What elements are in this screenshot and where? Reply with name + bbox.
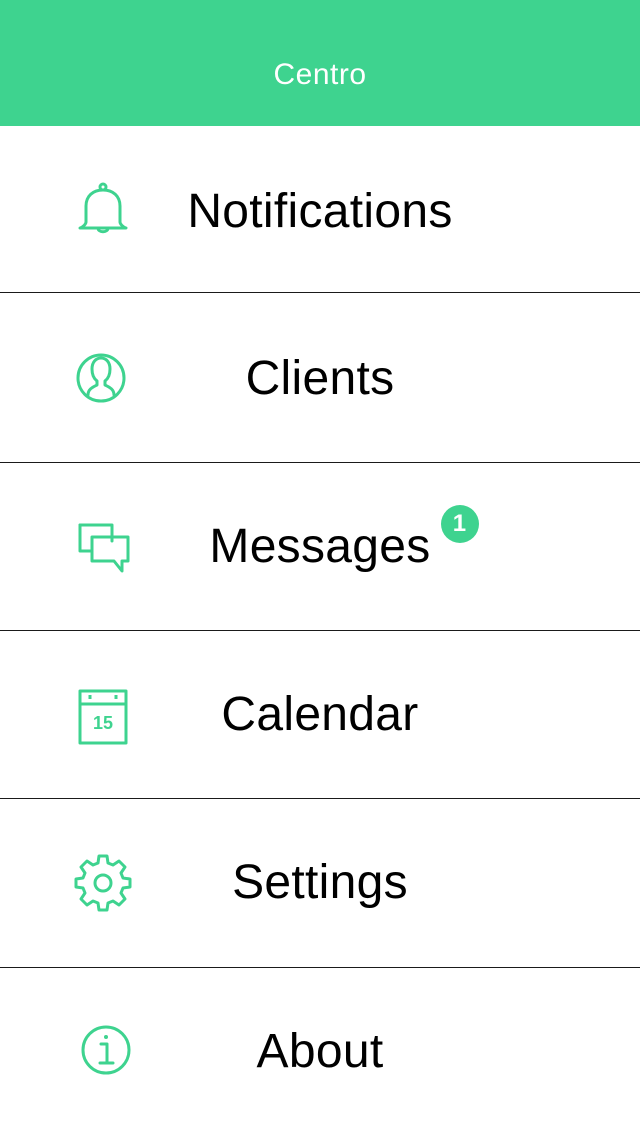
menu-item-label: Settings xyxy=(232,856,408,909)
menu-item-label: About xyxy=(256,1025,384,1078)
app-screen: Centro Notifications Clients Messages 1 … xyxy=(0,0,640,1136)
menu-item-settings[interactable]: Settings xyxy=(0,799,640,967)
menu-item-label: Messages xyxy=(209,520,431,573)
menu-item-clients[interactable]: Clients xyxy=(0,293,640,461)
menu-item-label-row: Messages 1 xyxy=(0,505,640,575)
menu-item-label: Notifications xyxy=(187,185,453,238)
page-title: Centro xyxy=(273,58,367,91)
menu-item-notifications[interactable]: Notifications xyxy=(0,126,640,292)
menu-item-messages[interactable]: Messages 1 xyxy=(0,463,640,630)
menu-item-label-wrap: Messages 1 xyxy=(209,505,479,575)
menu-item-calendar[interactable]: 15 Calendar xyxy=(0,631,640,798)
menu-item-label: Calendar xyxy=(221,688,419,741)
menu-item-about[interactable]: About xyxy=(0,968,640,1136)
navigation-bar: Centro xyxy=(0,0,640,126)
menu-item-label: Clients xyxy=(245,352,395,405)
unread-badge: 1 xyxy=(440,505,479,543)
